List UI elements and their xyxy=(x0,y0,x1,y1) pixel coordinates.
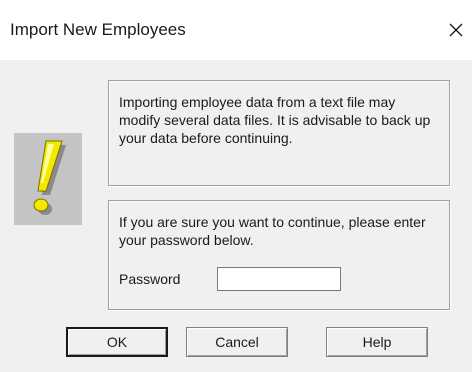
ok-button[interactable]: OK xyxy=(66,327,168,357)
import-employees-dialog: Import New Employees Importing employee … xyxy=(0,0,472,372)
close-button[interactable] xyxy=(440,10,472,50)
title-bar: Import New Employees xyxy=(0,0,472,60)
password-label: Password xyxy=(119,271,181,287)
warning-message: Importing employee data from a text file… xyxy=(119,94,431,146)
help-button[interactable]: Help xyxy=(326,327,428,357)
warning-message-panel: Importing employee data from a text file… xyxy=(108,80,450,186)
confirm-message: If you are sure you want to continue, pl… xyxy=(119,214,426,248)
cancel-button[interactable]: Cancel xyxy=(186,327,288,357)
password-input[interactable] xyxy=(217,267,341,291)
warning-icon-frame xyxy=(14,133,82,225)
password-confirm-panel: If you are sure you want to continue, pl… xyxy=(108,200,450,310)
dialog-title: Import New Employees xyxy=(10,20,186,39)
close-icon xyxy=(449,23,463,37)
exclamation-warning-icon xyxy=(33,140,66,215)
